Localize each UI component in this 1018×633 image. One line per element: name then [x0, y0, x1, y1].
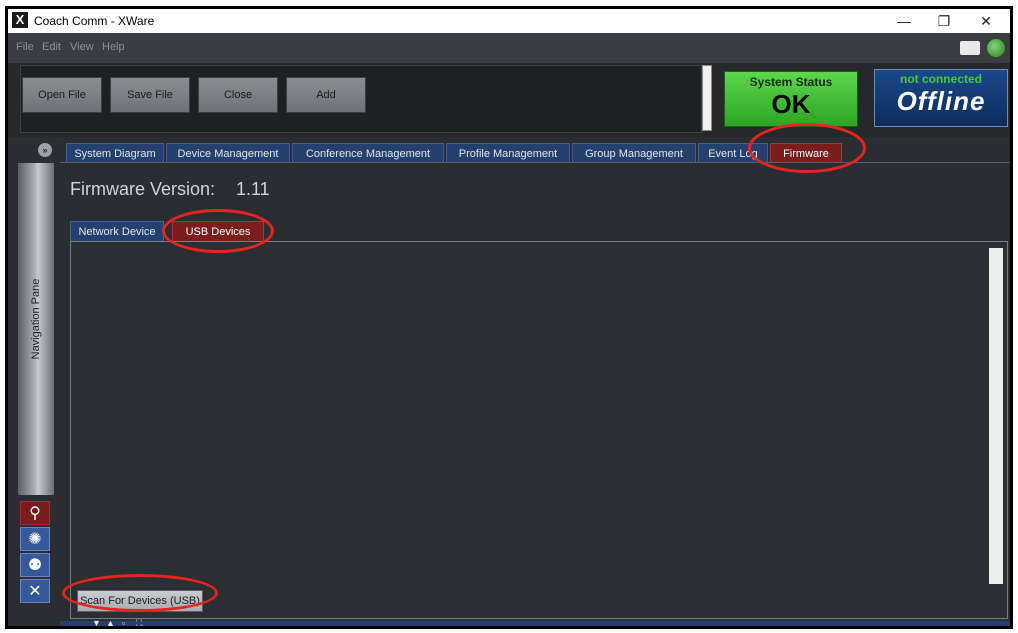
collapse-down-icon[interactable]: ▼ — [92, 618, 101, 626]
fullscreen-icon[interactable]: ⛶ — [136, 618, 142, 626]
tab-event-log[interactable]: Event Log — [698, 143, 768, 163]
connection-status-value: Offline — [896, 86, 986, 116]
navigation-pane-toggle[interactable]: Navigation Pane — [18, 163, 54, 495]
window-mode-icon[interactable]: ▫ — [122, 618, 125, 626]
firmware-version-label: Firmware Version: — [70, 179, 216, 199]
connection-status-title: not connected — [899, 72, 982, 86]
users-icon[interactable]: ⚉ — [20, 553, 50, 577]
subtab-usb-devices[interactable]: USB Devices — [172, 221, 264, 241]
usb-device-list: Scan For Devices (USB) — [70, 241, 1008, 619]
subtab-network-device[interactable]: Network Device — [70, 221, 164, 241]
tab-system-diagram[interactable]: System Diagram — [66, 143, 164, 163]
system-status-value: OK — [771, 89, 811, 119]
toolbar-scrollbar[interactable] — [702, 65, 712, 131]
minimize-button[interactable]: — — [884, 9, 924, 33]
open-file-button[interactable]: Open File — [22, 77, 102, 113]
navigation-pane-label: Navigation Pane — [30, 278, 42, 360]
add-button[interactable]: Add — [286, 77, 366, 113]
system-status-panel: System Status OK — [724, 71, 858, 127]
title-bar: X Coach Comm - XWare — ❐ ✕ — [8, 9, 1010, 33]
device-list-scrollbar[interactable] — [989, 248, 1003, 584]
restore-button[interactable]: ❐ — [924, 9, 964, 33]
tab-device-management[interactable]: Device Management — [166, 143, 290, 163]
menu-file[interactable]: File — [16, 41, 34, 53]
expand-up-icon[interactable]: ▲ — [106, 618, 115, 626]
save-file-button[interactable]: Save File — [110, 77, 190, 113]
menu-view[interactable]: View — [70, 41, 94, 53]
app-window: X Coach Comm - XWare — ❐ ✕ File Edit Vie… — [5, 6, 1013, 629]
expand-nav-icon[interactable]: » — [38, 143, 52, 157]
close-window-button[interactable]: ✕ — [966, 9, 1006, 33]
tab-profile-management[interactable]: Profile Management — [446, 143, 570, 163]
menu-bar: File Edit View Help — [8, 33, 1010, 63]
app-logo-icon: X — [12, 12, 28, 28]
window-title: Coach Comm - XWare — [34, 14, 155, 28]
toolbar: Open File Save File Close Add System Sta… — [8, 63, 1010, 137]
scan-for-devices-button[interactable]: Scan For Devices (USB) — [77, 590, 203, 612]
menu-help[interactable]: Help — [102, 41, 125, 53]
menu-edit[interactable]: Edit — [42, 41, 61, 53]
firmware-version-value: 1.11 — [236, 179, 270, 199]
tools-icon[interactable]: ✕ — [20, 579, 50, 603]
tab-group-management[interactable]: Group Management — [572, 143, 696, 163]
close-button[interactable]: Close — [198, 77, 278, 113]
connection-status-panel[interactable]: not connected Offline — [874, 69, 1008, 127]
navigation-pane: Navigation Pane ⚲ ✺ ⚉ ✕ — [14, 163, 54, 626]
devices-icon[interactable]: ✺ — [20, 527, 50, 551]
tab-firmware[interactable]: Firmware — [770, 143, 842, 163]
binoculars-icon[interactable]: ⚲ — [20, 501, 50, 525]
globe-icon[interactable] — [986, 38, 1006, 58]
bottom-control-bar: ▼ ▲ ▫ ⛶ — [60, 618, 1010, 626]
system-status-title: System Status — [749, 75, 833, 89]
firmware-page: Firmware Version: 1.11 Network Device US… — [60, 163, 1010, 626]
keyboard-icon[interactable] — [960, 41, 980, 55]
main-tab-bar: » System Diagram Device Management Confe… — [8, 137, 1010, 163]
tab-conference-management[interactable]: Conference Management — [292, 143, 444, 163]
